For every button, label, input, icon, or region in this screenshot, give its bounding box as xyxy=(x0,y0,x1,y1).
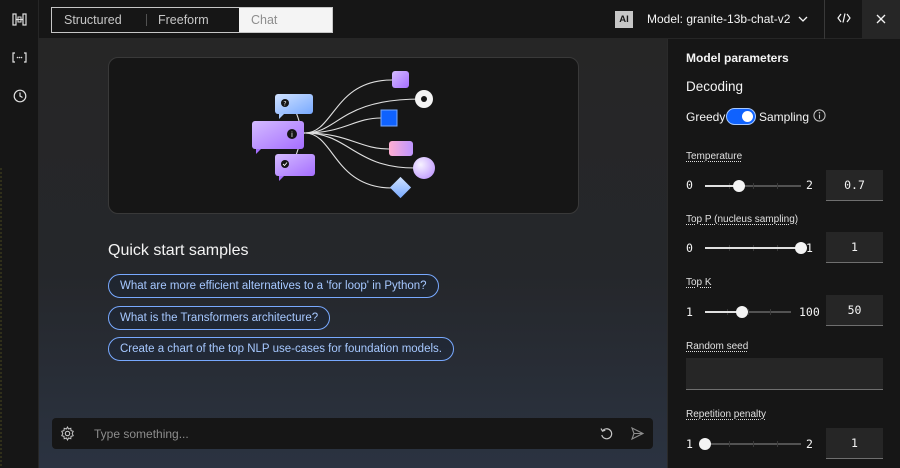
tab-structured[interactable]: Structured xyxy=(52,8,146,32)
tab-chat[interactable]: Chat xyxy=(239,8,332,32)
slider-handle[interactable] xyxy=(735,306,748,318)
greedy-label: Greedy xyxy=(686,110,726,124)
repetition-penalty-min: 1 xyxy=(686,437,693,451)
history-icon[interactable] xyxy=(11,87,28,104)
panel-title: Model parameters xyxy=(686,51,789,65)
top-k-label: Top K xyxy=(686,277,712,288)
model-selector[interactable]: Model: granite-13b-chat-v2 xyxy=(647,12,790,26)
chevron-down-icon[interactable] xyxy=(796,10,810,28)
close-panel-button[interactable] xyxy=(862,0,900,39)
top-k-min: 1 xyxy=(686,305,693,319)
top-p-label: Top P (nucleus sampling) xyxy=(686,214,799,225)
temperature-input[interactable]: 0.7 xyxy=(826,170,883,201)
top-k-input[interactable]: 50 xyxy=(826,295,883,326)
brackets-icon[interactable] xyxy=(11,49,28,66)
decoding-toggle[interactable] xyxy=(726,108,756,125)
view-code-button[interactable] xyxy=(825,0,862,39)
mode-tabs: Structured Freeform Chat xyxy=(51,7,333,33)
slider-handle[interactable] xyxy=(732,180,745,192)
slider-tick xyxy=(753,441,754,447)
model-parameters-panel: Model parameters Decoding Greedy Samplin… xyxy=(667,39,900,468)
tab-freeform[interactable]: Freeform xyxy=(146,8,239,32)
sample-prompt-button[interactable]: Create a chart of the top NLP use-cases … xyxy=(108,337,454,361)
slider-tick xyxy=(748,309,749,315)
slider-handle[interactable] xyxy=(699,438,711,450)
code-icon xyxy=(836,12,851,27)
hero-illustration: ? i xyxy=(108,57,579,214)
svg-text:?: ? xyxy=(283,101,286,108)
info-icon[interactable] xyxy=(813,109,826,122)
header: Structured Freeform Chat AI Model: grani… xyxy=(39,0,900,39)
chat-message-input[interactable] xyxy=(94,423,584,444)
sample-prompt-button[interactable]: What is the Transformers architecture? xyxy=(108,306,331,330)
rail-edge-decoration xyxy=(0,168,2,468)
temperature-min: 0 xyxy=(686,178,693,192)
temperature-slider[interactable] xyxy=(705,180,801,192)
send-icon[interactable] xyxy=(630,426,645,441)
slider-tick xyxy=(777,183,778,189)
dashboard-icon[interactable] xyxy=(11,11,28,28)
top-p-input[interactable]: 1 xyxy=(826,232,883,263)
repetition-penalty-label: Repetition penalty xyxy=(686,409,767,420)
random-seed-label: Random seed xyxy=(686,341,749,352)
sample-prompt-button[interactable]: What are more efficient alternatives to … xyxy=(108,274,439,298)
decoding-heading: Decoding xyxy=(686,79,744,94)
svg-text:i: i xyxy=(291,131,293,139)
ai-badge: AI xyxy=(615,11,633,28)
settings-icon[interactable] xyxy=(60,425,75,442)
repetition-penalty-input[interactable]: 1 xyxy=(826,428,883,459)
repetition-penalty-slider[interactable] xyxy=(699,438,801,450)
slider-tick xyxy=(769,309,771,315)
top-p-slider[interactable] xyxy=(705,242,807,254)
chat-main-area: ? i Quick start samples What are more ef… xyxy=(39,39,667,468)
repetition-penalty-max: 2 xyxy=(806,437,813,451)
sampling-label: Sampling xyxy=(759,110,810,124)
slider-tick xyxy=(777,441,778,447)
top-k-slider[interactable] xyxy=(705,306,791,318)
chat-input-bar xyxy=(52,418,653,449)
temperature-label: Temperature xyxy=(686,151,743,162)
top-p-max: 1 xyxy=(806,241,813,255)
slider-tick xyxy=(753,183,754,189)
slider-tick xyxy=(729,441,730,447)
temperature-max: 2 xyxy=(806,178,813,192)
close-icon xyxy=(876,13,886,27)
left-rail xyxy=(0,0,39,468)
top-p-min: 0 xyxy=(686,241,693,255)
top-k-max: 100 xyxy=(799,305,820,319)
random-seed-input[interactable] xyxy=(686,358,883,390)
quick-start-title: Quick start samples xyxy=(108,242,249,259)
reset-icon[interactable] xyxy=(599,426,614,441)
